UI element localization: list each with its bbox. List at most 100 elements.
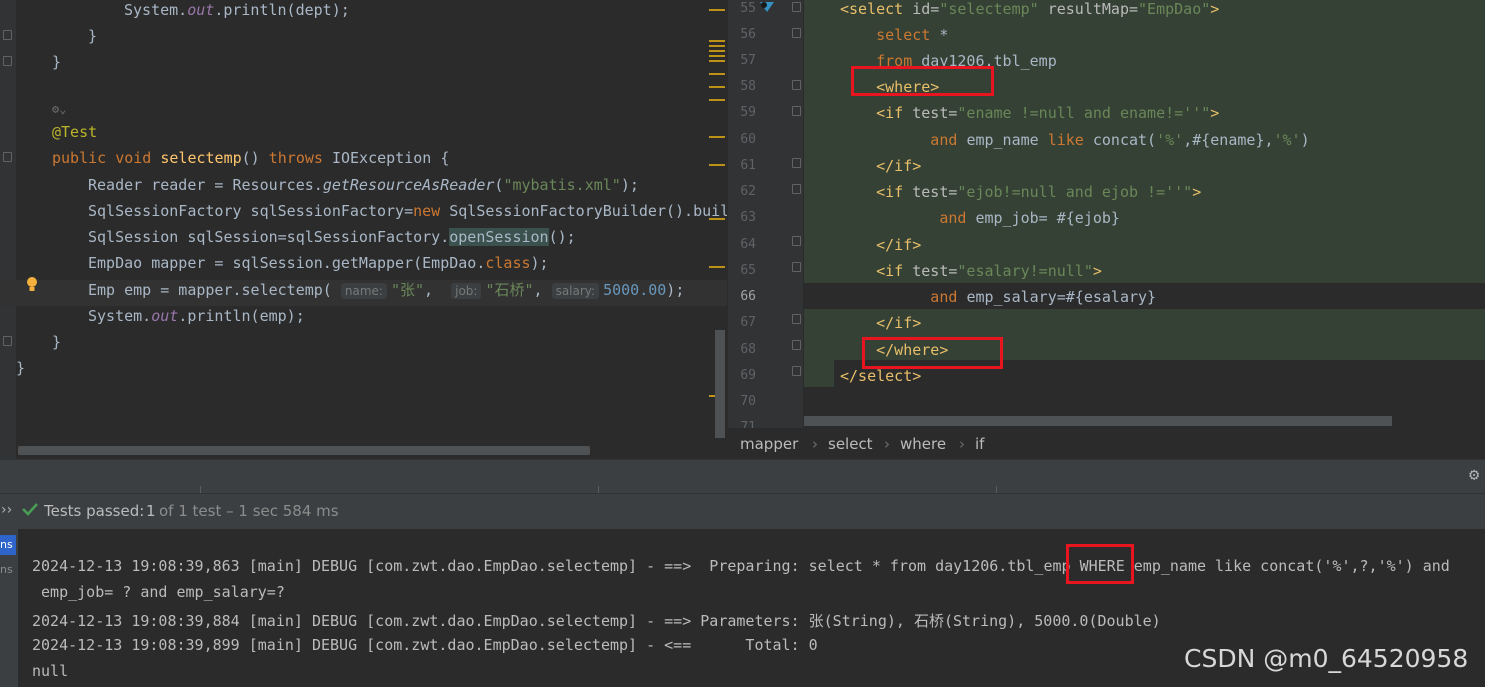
expand-chevron-icon[interactable]: ›› (1, 502, 12, 518)
error-stripe-mark[interactable] (709, 266, 725, 268)
code-line[interactable]: and emp_job= #{ejob} (840, 208, 1120, 234)
code-token: > (1210, 0, 1220, 18)
code-token: and (840, 131, 967, 149)
error-stripe-mark[interactable] (709, 55, 725, 57)
code-token: new (413, 202, 450, 220)
code-line[interactable]: public void selectemp() throws IOExcepti… (0, 148, 727, 174)
fold-marker[interactable] (792, 158, 801, 168)
error-stripe-mark[interactable] (709, 99, 725, 101)
code-line-text: } (16, 358, 25, 378)
code-line[interactable]: EmpDao mapper = sqlSession.getMapper(Emp… (0, 253, 727, 279)
breadcrumb-item-select[interactable]: select (828, 435, 873, 453)
fold-marker[interactable] (792, 262, 801, 272)
intention-bulb-icon[interactable] (25, 276, 39, 294)
code-line[interactable]: System.out.println(emp); (0, 306, 727, 332)
code-line-text: } (52, 52, 61, 72)
breadcrumb-separator-icon: › (884, 435, 890, 453)
left-horizontal-scrollbar[interactable] (18, 446, 590, 455)
code-token: out (187, 1, 215, 19)
fold-marker[interactable] (792, 106, 801, 116)
code-token: (); (548, 228, 576, 246)
watermark: CSDN @m0_64520958 (1184, 644, 1469, 673)
error-stripe-mark[interactable] (709, 218, 725, 220)
code-line[interactable]: </if> (840, 313, 921, 339)
code-line-text: System.out.println(dept); (124, 0, 350, 20)
code-token: SqlSessionFactory sqlSessionFactory= (88, 202, 414, 220)
fold-marker[interactable] (792, 28, 801, 38)
test-status-bar: ›› Tests passed: 1 of 1 test – 1 sec 584… (0, 493, 1485, 529)
right-horizontal-scrollbar[interactable] (804, 416, 1392, 426)
error-stripe-mark[interactable] (709, 136, 725, 138)
code-line[interactable]: System.out.println(dept); (0, 0, 727, 26)
code-token: select (840, 26, 940, 44)
code-line[interactable]: } (0, 358, 727, 384)
code-token: IOException { (331, 149, 450, 167)
breadcrumb-separator-icon: › (959, 435, 965, 453)
breadcrumb-item-if[interactable]: if (975, 435, 984, 453)
code-line[interactable]: <if test="ejob!=null and ejob !=''"> (840, 182, 1201, 208)
error-stripe-mark[interactable] (709, 45, 725, 47)
left-vertical-scrollbar[interactable] (715, 330, 725, 438)
error-stripe-mark[interactable] (709, 9, 725, 11)
run-test-gutter-icon[interactable]: ⚙⌄ (52, 102, 78, 116)
code-token: emp_salary=#{esalary} (966, 288, 1157, 306)
code-token: System. (124, 1, 188, 19)
code-token: .println(emp); (178, 307, 305, 325)
code-line[interactable]: Reader reader = Resources.getResourceAsR… (0, 175, 727, 201)
side-tab[interactable]: ns (0, 535, 16, 555)
code-line[interactable]: </if> (840, 156, 921, 182)
code-line[interactable]: and emp_name like concat('%',#{ename},'%… (840, 130, 1310, 156)
settings-gear-icon[interactable]: ⚙ (1469, 466, 1485, 484)
code-token: > (1210, 104, 1220, 122)
code-token: '%' (1156, 131, 1184, 149)
fold-marker[interactable] (792, 80, 801, 90)
code-line-text: } (52, 332, 61, 352)
code-line-text: </if> (840, 314, 921, 332)
code-token: SqlSessionFactoryBuilder().buil (449, 202, 727, 220)
fold-marker[interactable] (792, 366, 801, 376)
code-line-text: select * (840, 26, 948, 44)
code-line[interactable]: Emp emp = mapper.selectemp( name: "张", jo… (0, 280, 727, 306)
error-stripe-mark[interactable] (709, 60, 725, 62)
code-token: '%' (1273, 131, 1301, 149)
code-line[interactable]: SqlSessionFactory sqlSessionFactory=new … (0, 201, 727, 227)
code-line[interactable]: <select id="selectemp" resultMap="EmpDao… (840, 0, 1219, 25)
code-line[interactable] (0, 78, 727, 104)
code-token: </if> (876, 236, 922, 254)
code-token: , (533, 281, 552, 299)
code-line[interactable]: </select> (840, 366, 921, 392)
fold-marker[interactable] (792, 314, 801, 324)
error-stripe-mark[interactable] (709, 164, 725, 166)
right-xml-editor[interactable]: 55 56 57 58 59 60 61 62 63 64 65 66 67 68 69 70 71 <sele… (728, 0, 1485, 428)
line-number: 65 (740, 263, 756, 278)
code-line[interactable]: SqlSession sqlSession=sqlSessionFactory.… (0, 227, 727, 253)
code-token: salary: (551, 283, 600, 299)
code-line[interactable]: <if test="ename !=null and ename!=''"> (840, 103, 1219, 129)
mapper-jump-icon[interactable] (758, 0, 776, 14)
left-code-editor[interactable]: System.out.println(dept);}} @Test public v… (0, 0, 727, 459)
breadcrumb-item-where[interactable]: where (900, 435, 946, 453)
error-stripe-mark[interactable] (709, 50, 725, 52)
code-line[interactable]: } (0, 26, 727, 52)
fold-marker[interactable] (792, 340, 801, 350)
error-stripe-mark[interactable] (709, 86, 725, 88)
code-line[interactable]: @Test (0, 122, 727, 148)
breadcrumb-item-mapper[interactable]: mapper (740, 435, 798, 453)
code-line[interactable]: <if test="esalary!=null"> (840, 261, 1102, 287)
code-line[interactable]: </if> (840, 235, 921, 261)
side-tab[interactable]: ns (0, 560, 16, 580)
code-token: </if> (876, 157, 922, 175)
code-line[interactable]: } (0, 332, 727, 358)
fold-marker[interactable] (792, 2, 801, 12)
code-line[interactable]: and emp_salary=#{esalary} (840, 287, 1156, 313)
code-line[interactable]: select * (840, 25, 948, 51)
code-line-text: <if test="esalary!=null"> (840, 262, 1102, 280)
error-stripe-mark[interactable] (709, 73, 725, 75)
code-token: like (1047, 131, 1093, 149)
fold-marker[interactable] (792, 236, 801, 246)
error-stripe-mark[interactable] (709, 40, 725, 42)
code-line[interactable]: } (0, 52, 727, 78)
fold-marker[interactable] (792, 184, 801, 194)
code-token: > (1192, 183, 1202, 201)
code-token: ) (1300, 131, 1310, 149)
